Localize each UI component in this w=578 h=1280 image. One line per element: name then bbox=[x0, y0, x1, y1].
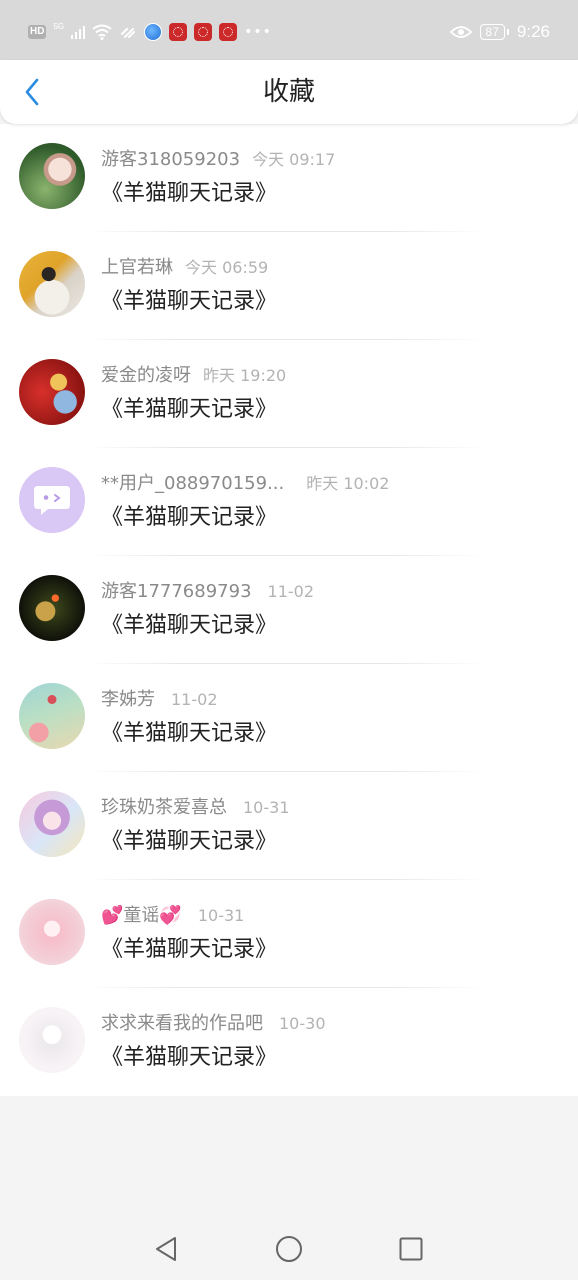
user-name[interactable]: 求求来看我的作品吧 bbox=[101, 1013, 263, 1034]
timestamp: 11-02 bbox=[267, 582, 315, 601]
timestamp: 10-31 bbox=[197, 906, 245, 925]
user-name[interactable]: 珍珠奶茶爱喜总 bbox=[101, 797, 227, 818]
work-title[interactable]: 《羊猫聊天记录》 bbox=[101, 1044, 277, 1072]
status-bar: HD 5G ••• 87 9:26 bbox=[0, 0, 578, 60]
favorites-list: 游客318059203 今天 09:17 《羊猫聊天记录》 上官若琳 今天 06:5… bbox=[0, 124, 578, 1096]
timestamp: 昨天 10:02 bbox=[306, 474, 390, 493]
user-name[interactable]: 爱金的凌呀 bbox=[101, 365, 191, 386]
item-meta: 李姊芳 11-02 bbox=[101, 689, 218, 711]
avatar[interactable] bbox=[19, 575, 85, 641]
item-meta: **用户_088970159... 昨天 10:02 bbox=[101, 473, 389, 495]
list-item[interactable]: **用户_088970159... 昨天 10:02 《羊猫聊天记录》 bbox=[0, 448, 578, 556]
item-meta: 求求来看我的作品吧 10-30 bbox=[101, 1013, 326, 1035]
clock: 9:26 bbox=[516, 22, 550, 41]
avatar[interactable] bbox=[19, 791, 85, 857]
timestamp: 今天 06:59 bbox=[185, 258, 269, 277]
hd-icon: HD bbox=[28, 25, 47, 39]
avatar[interactable] bbox=[19, 143, 85, 209]
work-title[interactable]: 《羊猫聊天记录》 bbox=[101, 828, 277, 856]
avatar[interactable] bbox=[19, 467, 85, 533]
avatar[interactable] bbox=[19, 1007, 85, 1073]
list-item[interactable]: 游客1777689793 11-02 《羊猫聊天记录》 bbox=[0, 556, 578, 664]
user-name[interactable]: **用户_088970159... bbox=[101, 473, 284, 494]
list-item[interactable]: 💕童谣💞 10-31 《羊猫聊天记录》 bbox=[0, 880, 578, 988]
work-title[interactable]: 《羊猫聊天记录》 bbox=[101, 288, 277, 316]
timestamp: 今天 09:17 bbox=[252, 150, 336, 169]
status-left: HD 5G ••• bbox=[28, 22, 272, 42]
app-header: 收藏 bbox=[0, 60, 578, 124]
link-icon bbox=[121, 28, 136, 38]
list-item[interactable]: 爱金的凌呀 昨天 19:20 《羊猫聊天记录》 bbox=[0, 340, 578, 448]
work-title[interactable]: 《羊猫聊天记录》 bbox=[101, 396, 277, 424]
item-meta: 珍珠奶茶爱喜总 10-31 bbox=[101, 797, 290, 819]
nav-back-button[interactable] bbox=[148, 1231, 184, 1267]
eye-icon bbox=[449, 26, 472, 38]
item-meta: 爱金的凌呀 昨天 19:20 bbox=[101, 365, 286, 387]
list-item[interactable]: 游客318059203 今天 09:17 《羊猫聊天记录》 bbox=[0, 124, 578, 232]
item-meta: 游客1777689793 11-02 bbox=[101, 581, 314, 603]
page-title: 收藏 bbox=[262, 77, 315, 107]
red-app-icon bbox=[194, 23, 213, 41]
timestamp: 11-02 bbox=[171, 690, 218, 709]
avatar[interactable] bbox=[19, 359, 85, 425]
item-meta: 上官若琳 今天 06:59 bbox=[101, 257, 268, 279]
avatar[interactable] bbox=[19, 251, 85, 317]
battery-icon: 87 bbox=[479, 24, 510, 40]
system-nav-bar bbox=[0, 1218, 578, 1280]
user-name[interactable]: 💕童谣💞 bbox=[101, 905, 182, 926]
timestamp: 10-30 bbox=[279, 1014, 326, 1033]
user-name[interactable]: 上官若琳 bbox=[101, 257, 173, 278]
more-icon: ••• bbox=[244, 24, 272, 40]
red-app-icon bbox=[219, 23, 238, 41]
work-title[interactable]: 《羊猫聊天记录》 bbox=[101, 180, 277, 208]
nav-home-button[interactable] bbox=[271, 1231, 307, 1267]
list-item[interactable]: 珍珠奶茶爱喜总 10-31 《羊猫聊天记录》 bbox=[0, 772, 578, 880]
nav-recents-button[interactable] bbox=[393, 1231, 429, 1267]
back-triangle-icon bbox=[156, 1237, 176, 1261]
work-title[interactable]: 《羊猫聊天记录》 bbox=[101, 720, 277, 748]
red-app-icon bbox=[169, 23, 188, 41]
list-item[interactable]: 求求来看我的作品吧 10-30 《羊猫聊天记录》 bbox=[0, 988, 578, 1096]
user-name[interactable]: 李姊芳 bbox=[101, 689, 155, 710]
work-title[interactable]: 《羊猫聊天记录》 bbox=[101, 612, 277, 640]
user-name[interactable]: 游客318059203 bbox=[101, 149, 240, 170]
user-name[interactable]: 游客1777689793 bbox=[101, 581, 252, 602]
network-type: 5G bbox=[53, 21, 65, 31]
avatar[interactable] bbox=[19, 899, 85, 965]
item-meta: 💕童谣💞 10-31 bbox=[101, 905, 244, 927]
item-meta: 游客318059203 今天 09:17 bbox=[101, 149, 335, 171]
status-right: 87 9:26 bbox=[449, 20, 550, 44]
work-title[interactable]: 《羊猫聊天记录》 bbox=[101, 936, 277, 964]
chat-bubble-icon bbox=[34, 486, 70, 515]
list-item[interactable]: 上官若琳 今天 06:59 《羊猫聊天记录》 bbox=[0, 232, 578, 340]
work-title[interactable]: 《羊猫聊天记录》 bbox=[101, 504, 277, 532]
timestamp: 10-31 bbox=[243, 798, 290, 817]
timestamp: 昨天 19:20 bbox=[203, 366, 287, 385]
list-item[interactable]: 李姊芳 11-02 《羊猫聊天记录》 bbox=[0, 664, 578, 772]
globe-icon bbox=[144, 23, 163, 41]
wifi-icon bbox=[92, 24, 112, 40]
signal-icon bbox=[71, 25, 86, 39]
home-circle-icon bbox=[276, 1236, 302, 1262]
avatar[interactable] bbox=[19, 683, 85, 749]
recents-square-icon bbox=[399, 1237, 423, 1261]
